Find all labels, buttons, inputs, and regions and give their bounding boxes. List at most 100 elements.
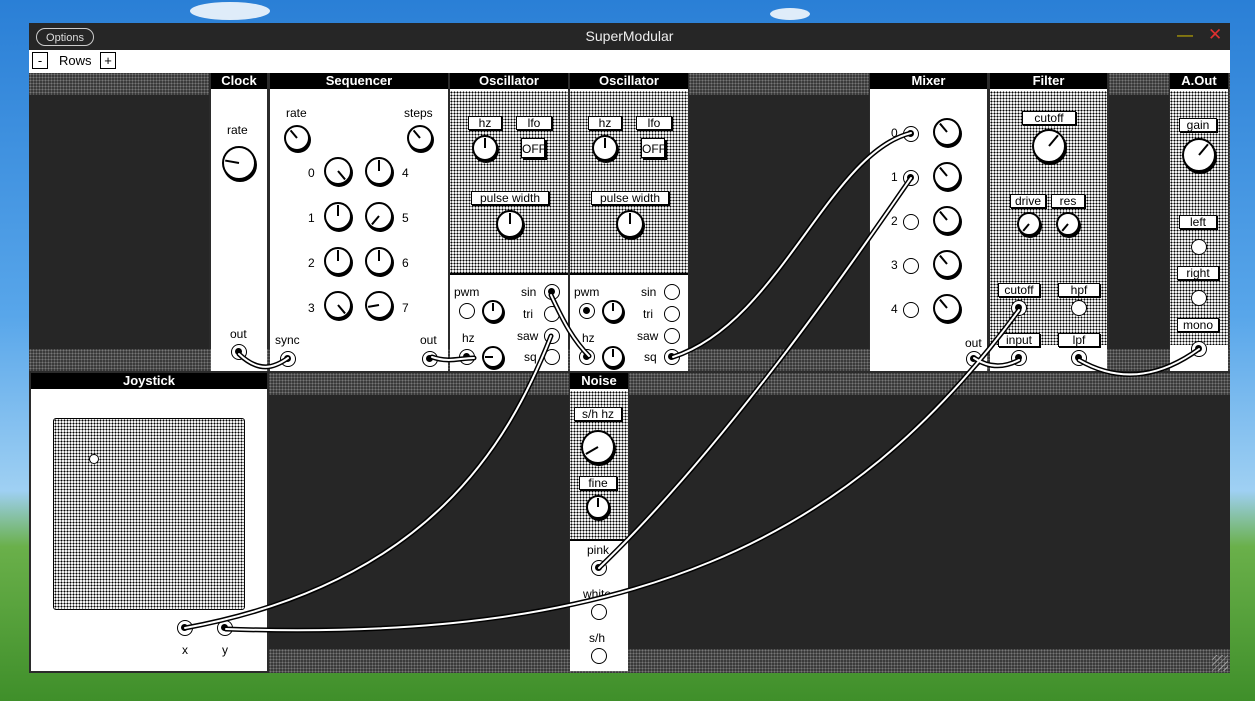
hz-in-label: hz [582, 331, 595, 345]
hpf-out-jack[interactable] [1071, 300, 1087, 316]
pwm-knob[interactable] [602, 300, 624, 322]
mixer-in-3-jack[interactable] [903, 258, 919, 274]
saw-out-jack[interactable] [544, 328, 560, 344]
resize-grip-icon[interactable] [1212, 655, 1228, 671]
mixer-in-0-jack[interactable] [903, 126, 919, 142]
mixer-in-4-jack[interactable] [903, 302, 919, 318]
tri-out-jack[interactable] [544, 306, 560, 322]
remove-row-button[interactable]: - [32, 52, 48, 69]
filter-module: Filter cutoff drive res cutoff hpf input… [990, 73, 1107, 371]
channel-label: 3 [891, 258, 898, 272]
lpf-out-jack[interactable] [1071, 350, 1087, 366]
right-in-jack[interactable] [1191, 290, 1207, 306]
sync-jack[interactable] [280, 351, 296, 367]
tri-out-jack[interactable] [664, 306, 680, 322]
steps-knob[interactable] [407, 125, 433, 151]
input-label: input [998, 333, 1040, 347]
pwm-knob[interactable] [482, 300, 504, 322]
pwm-jack[interactable] [459, 303, 475, 319]
sequencer-module: Sequencer rate steps 0 1 2 3 4 5 6 7 syn… [270, 73, 448, 371]
step-4-knob[interactable] [365, 157, 393, 185]
empty-slot [689, 73, 869, 95]
gain-label: gain [1179, 118, 1217, 132]
fine-label: fine [579, 476, 617, 490]
clock-out-jack[interactable] [231, 344, 247, 360]
step-5-knob[interactable] [365, 202, 393, 230]
lfo-toggle-button[interactable]: OFF [521, 138, 546, 158]
hz-knob[interactable] [592, 135, 618, 161]
hz-in-jack[interactable] [459, 349, 475, 365]
sin-out-jack[interactable] [544, 284, 560, 300]
mixer-in-2-jack[interactable] [903, 214, 919, 230]
steps-label: steps [404, 106, 433, 120]
mixer-in-1-jack[interactable] [903, 170, 919, 186]
mixer-out-jack[interactable] [966, 351, 982, 367]
filter-input-jack[interactable] [1011, 350, 1027, 366]
mixer-level-0-knob[interactable] [933, 118, 961, 146]
cutoff-knob[interactable] [1032, 129, 1066, 163]
lfo-toggle-button[interactable]: OFF [641, 138, 666, 158]
step-6-knob[interactable] [365, 247, 393, 275]
sequencer-out-jack[interactable] [422, 351, 438, 367]
rate-knob[interactable] [284, 125, 310, 151]
hz-knob[interactable] [472, 135, 498, 161]
step-7-knob[interactable] [365, 291, 393, 319]
step-1-knob[interactable] [324, 202, 352, 230]
sq-label: sq [644, 350, 657, 364]
mixer-level-3-knob[interactable] [933, 250, 961, 278]
step-2-knob[interactable] [324, 247, 352, 275]
sin-out-jack[interactable] [664, 284, 680, 300]
step-label: 5 [402, 211, 409, 225]
empty-slot [1229, 73, 1230, 371]
sq-out-jack[interactable] [544, 349, 560, 365]
joystick-handle[interactable] [89, 454, 99, 464]
module-title: Joystick [31, 373, 267, 389]
hz-mod-knob[interactable] [602, 346, 624, 368]
step-label: 0 [308, 166, 315, 180]
oscillator-module-1: Oscillator hz lfo OFF pulse width pwm hz… [450, 73, 568, 371]
add-row-button[interactable]: + [100, 52, 116, 69]
pulse-width-knob[interactable] [616, 210, 644, 238]
fine-knob[interactable] [586, 495, 610, 519]
saw-out-jack[interactable] [664, 328, 680, 344]
sh-out-jack[interactable] [591, 648, 607, 664]
pwm-jack[interactable] [579, 303, 595, 319]
sh-hz-knob[interactable] [581, 430, 615, 464]
saw-label: saw [637, 329, 659, 343]
sin-label: sin [521, 285, 537, 299]
empty-slot [29, 95, 209, 349]
tri-label: tri [643, 307, 653, 321]
pink-out-jack[interactable] [591, 560, 607, 576]
white-out-jack[interactable] [591, 604, 607, 620]
cutoff-in-jack[interactable] [1011, 300, 1027, 316]
hz-in-jack[interactable] [579, 349, 595, 365]
step-3-knob[interactable] [324, 291, 352, 319]
pulse-width-label: pulse width [591, 191, 669, 205]
sync-label: sync [275, 333, 300, 347]
minimize-icon[interactable]: — [1177, 27, 1193, 45]
res-knob[interactable] [1056, 212, 1080, 236]
rows-label: Rows [59, 53, 92, 68]
step-0-knob[interactable] [324, 157, 352, 185]
drive-knob[interactable] [1017, 212, 1041, 236]
close-icon[interactable]: ✕ [1208, 25, 1222, 45]
mixer-level-4-knob[interactable] [933, 294, 961, 322]
pulse-width-knob[interactable] [496, 210, 524, 238]
mixer-level-2-knob[interactable] [933, 206, 961, 234]
hz-mod-knob[interactable] [482, 346, 504, 368]
joystick-pad[interactable] [53, 418, 245, 610]
sq-out-jack[interactable] [664, 349, 680, 365]
x-out-jack[interactable] [177, 620, 193, 636]
hz-label: hz [588, 116, 622, 130]
y-out-jack[interactable] [217, 620, 233, 636]
rate-label: rate [227, 123, 248, 137]
rate-knob[interactable] [222, 146, 256, 180]
mixer-level-1-knob[interactable] [933, 162, 961, 190]
sin-label: sin [641, 285, 657, 299]
mono-in-jack[interactable] [1191, 341, 1207, 357]
lfo-label: lfo [636, 116, 672, 130]
left-in-jack[interactable] [1191, 239, 1207, 255]
gain-knob[interactable] [1182, 138, 1216, 172]
sh-label: s/h [589, 631, 606, 645]
app-window: Options SuperModular — ✕ - Rows + Clock … [29, 23, 1230, 673]
